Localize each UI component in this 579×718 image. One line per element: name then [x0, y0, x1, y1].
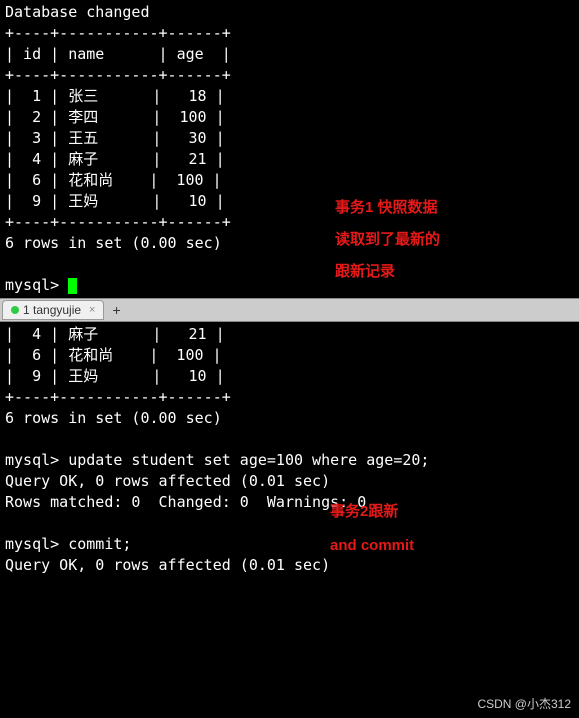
- update-command: mysql> update student set age=100 where …: [5, 450, 574, 471]
- annotation-text: 事务2跟新: [330, 500, 398, 521]
- mysql-prompt: mysql>: [5, 276, 68, 294]
- update-result: Rows matched: 0 Changed: 0 Warnings: 0: [5, 492, 574, 513]
- table-row: | 6 | 花和尚 | 100 |: [5, 170, 574, 191]
- table-row: | 3 | 王五 | 30 |: [5, 128, 574, 149]
- update-result: Query OK, 0 rows affected (0.01 sec): [5, 471, 574, 492]
- status-dot-icon: [11, 306, 19, 314]
- tab-tangyujie[interactable]: 1 tangyujie ×: [2, 300, 104, 320]
- add-tab-button[interactable]: +: [104, 302, 128, 318]
- watermark: CSDN @小杰312: [477, 695, 571, 712]
- table-row: | 2 | 李四 | 100 |: [5, 107, 574, 128]
- table-row: | 4 | 麻子 | 21 |: [5, 324, 574, 345]
- prompt-line[interactable]: mysql>: [5, 275, 574, 296]
- blank-line: [5, 429, 574, 450]
- table-border-mid: +----+-----------+------+: [5, 65, 574, 86]
- commit-result: Query OK, 0 rows affected (0.01 sec): [5, 555, 574, 576]
- table-row: | 9 | 王妈 | 10 |: [5, 366, 574, 387]
- table-border-bot: +----+-----------+------+: [5, 387, 574, 408]
- annotation-text: and commit: [330, 537, 414, 554]
- table-row: | 9 | 王妈 | 10 |: [5, 191, 574, 212]
- blank-line: [5, 254, 574, 275]
- cursor-icon: [68, 278, 77, 294]
- tab-bar: 1 tangyujie × +: [0, 298, 579, 322]
- status-line: Database changed: [5, 2, 574, 23]
- tab-label: 1 tangyujie: [23, 303, 81, 317]
- result-line: 6 rows in set (0.00 sec): [5, 233, 574, 254]
- annotation-text: 读取到了最新的: [335, 228, 440, 249]
- annotation-text: 事务1 快照数据: [335, 196, 438, 217]
- table-border-top: +----+-----------+------+: [5, 23, 574, 44]
- terminal-pane-bottom: | 4 | 麻子 | 21 | | 6 | 花和尚 | 100 | | 9 | …: [0, 322, 579, 578]
- terminal-pane-top: Database changed +----+-----------+-----…: [0, 0, 579, 298]
- annotation-text: 跟新记录: [335, 260, 395, 281]
- result-line: 6 rows in set (0.00 sec): [5, 408, 574, 429]
- table-row: | 1 | 张三 | 18 |: [5, 86, 574, 107]
- close-icon[interactable]: ×: [89, 304, 95, 316]
- table-header: | id | name | age |: [5, 44, 574, 65]
- table-border-bot: +----+-----------+------+: [5, 212, 574, 233]
- table-row: | 4 | 麻子 | 21 |: [5, 149, 574, 170]
- commit-command: mysql> commit;: [5, 534, 574, 555]
- table-row: | 6 | 花和尚 | 100 |: [5, 345, 574, 366]
- blank-line: [5, 513, 574, 534]
